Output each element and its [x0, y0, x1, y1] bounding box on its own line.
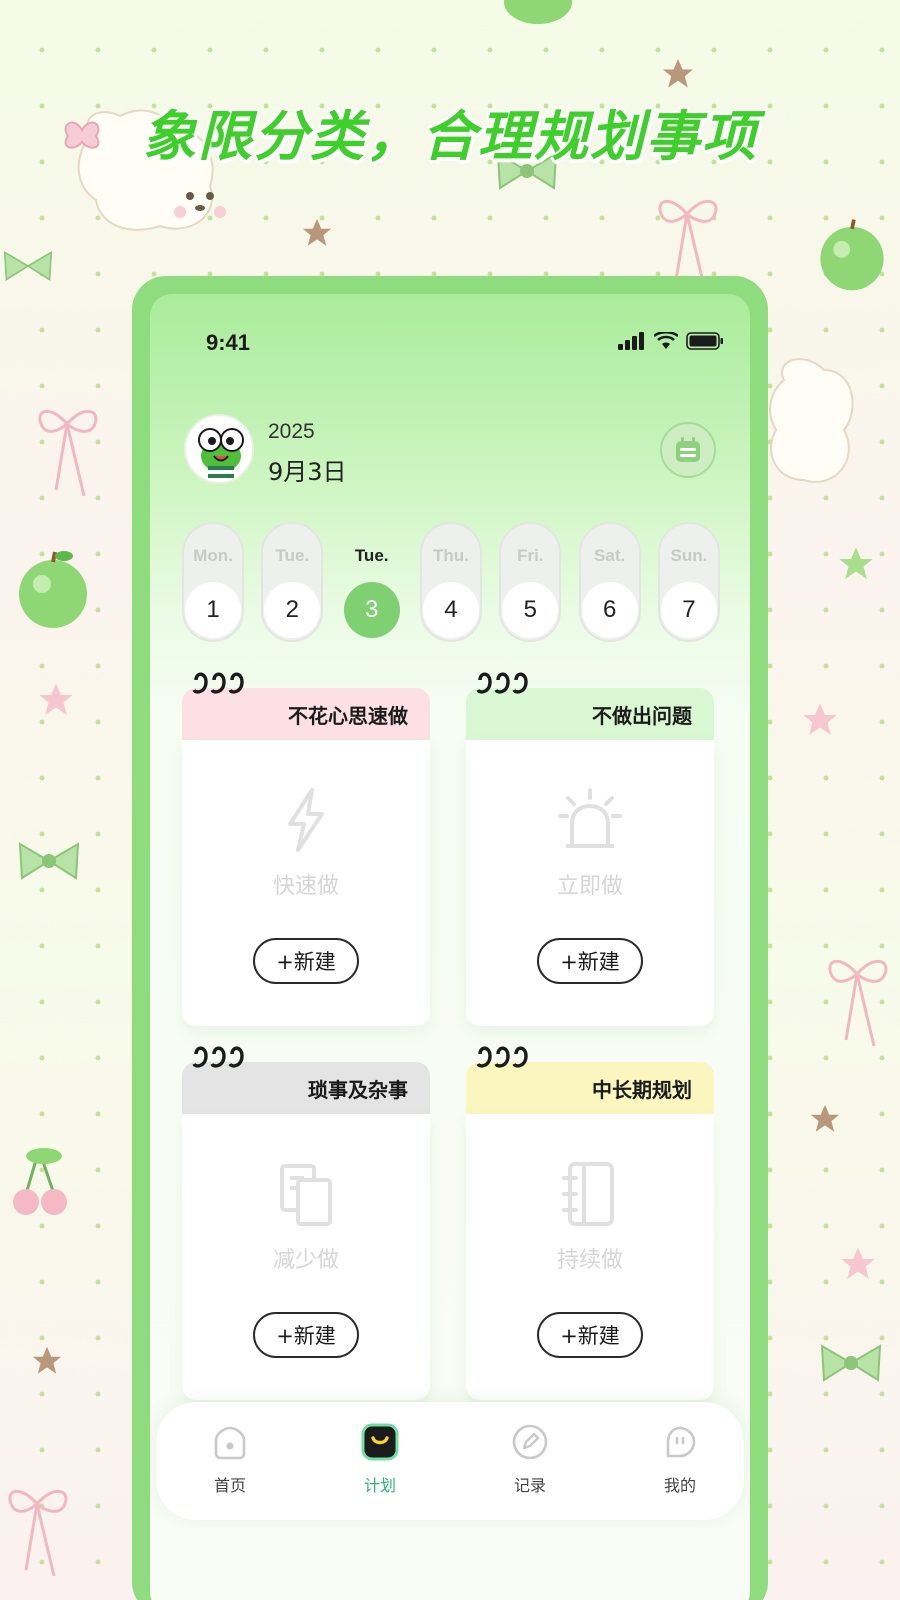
day-name: Sat.	[594, 546, 626, 565]
home-icon	[214, 1426, 246, 1460]
apple-decoration-icon	[820, 219, 884, 291]
day-name: Sun.	[670, 546, 708, 565]
new-task-button[interactable]: +新建	[253, 1312, 359, 1358]
quadrant-card-quick: 不花心思速做 快速做 +新建	[182, 670, 430, 1026]
date-header: 2025 9月3日	[184, 414, 716, 486]
day-number: 1	[185, 582, 241, 638]
star-decoration-icon	[839, 547, 873, 579]
star-decoration-icon	[32, 1346, 62, 1374]
quadrant-label: 快速做	[272, 874, 339, 899]
tab-label: 记录	[513, 1476, 546, 1495]
apple-decoration-icon	[19, 551, 87, 628]
date-label: 9月3日	[268, 458, 347, 486]
day-name: Fri.	[517, 546, 544, 565]
new-task-button[interactable]: +新建	[253, 938, 359, 984]
calendar-button[interactable]	[660, 422, 716, 478]
notebook-icon	[562, 1162, 614, 1226]
day-number: 6	[581, 582, 638, 638]
calendar-icon	[676, 437, 700, 462]
quadrant-body: 减少做 +新建	[182, 1114, 430, 1400]
pen-icon	[512, 1424, 548, 1460]
binder-rings-icon	[476, 672, 528, 694]
day-thu[interactable]: Thu. 4	[419, 522, 482, 642]
battery-icon	[686, 332, 723, 350]
quadrant-title: 中长期规划	[592, 1078, 692, 1102]
day-mon[interactable]: Mon. 1	[182, 522, 244, 642]
day-name: Mon.	[193, 546, 233, 565]
bottom-tab-bar: 首页 计划 记录 我的	[156, 1402, 744, 1520]
bow-decoration-icon	[18, 842, 80, 880]
tab-plan[interactable]: 计划	[340, 1422, 420, 1496]
ribbon-decoration-icon	[38, 410, 98, 497]
tab-label: 计划	[363, 1476, 396, 1495]
quadrant-label: 持续做	[556, 1248, 623, 1273]
tab-label: 首页	[213, 1476, 246, 1495]
day-number: 3	[343, 582, 400, 638]
star-decoration-icon	[302, 218, 332, 246]
quadrant-card-longterm: 中长期规划 持续做 +新建	[466, 1044, 714, 1400]
star-decoration-icon	[803, 703, 837, 735]
day-name: Tue.	[275, 546, 310, 565]
week-selector: Mon. 1 Tue. 2 Tue. 3 Thu. 4 Fri. 5 Sat. …	[182, 522, 720, 642]
star-decoration-icon	[841, 1247, 875, 1279]
bow-decoration-icon	[3, 250, 53, 281]
day-fri[interactable]: Fri. 5	[499, 522, 562, 642]
quadrant-title: 琐事及杂事	[308, 1078, 408, 1102]
ribbon-decoration-icon	[8, 1490, 68, 1577]
new-task-button[interactable]: +新建	[537, 1312, 643, 1358]
day-sat[interactable]: Sat. 6	[578, 522, 641, 642]
quadrant-body: 快速做 +新建	[182, 740, 430, 1026]
ribbon-decoration-icon	[658, 200, 718, 287]
star-decoration-icon	[663, 59, 693, 88]
quadrant-label: 减少做	[272, 1248, 339, 1273]
headline: 象限分类，合理规划事项	[142, 105, 758, 168]
chat-icon	[666, 1426, 696, 1458]
day-number: 7	[660, 582, 717, 638]
tab-label: 我的	[663, 1476, 696, 1495]
day-name: Thu.	[433, 546, 469, 565]
day-number: 2	[264, 582, 321, 638]
app-screen: 9:41 2025 9月3日 Mon. 1 Tue. 2 Tue. 3 Thu.…	[150, 294, 750, 1600]
bow-decoration-icon	[820, 1344, 882, 1382]
binder-rings-icon	[192, 672, 244, 694]
day-number: 5	[502, 582, 559, 638]
day-tue[interactable]: Tue. 2	[261, 522, 324, 642]
day-number: 4	[422, 582, 479, 638]
year-label: 2025	[268, 420, 315, 443]
day-sun[interactable]: Sun. 7	[657, 522, 720, 642]
tab-record[interactable]: 记录	[490, 1422, 570, 1496]
phone-frame: 9:41 2025 9月3日 Mon. 1 Tue. 2 Tue. 3 Thu.…	[132, 276, 768, 1600]
status-time: 9:41	[206, 330, 251, 355]
quadrant-card-urgent: 不做出问题 立即做 +新建	[466, 670, 714, 1026]
quadrant-title: 不做出问题	[592, 704, 692, 728]
plan-icon	[361, 1423, 399, 1461]
binder-rings-icon	[476, 1046, 528, 1068]
tab-mine[interactable]: 我的	[640, 1422, 720, 1496]
cherry-decoration-icon	[13, 1148, 67, 1215]
document-icon	[280, 1164, 332, 1226]
star-decoration-icon	[810, 1104, 840, 1132]
day-name: Tue.	[354, 546, 389, 565]
ribbon-decoration-icon	[828, 960, 888, 1047]
binder-rings-icon	[192, 1046, 244, 1068]
lightning-icon	[288, 788, 324, 852]
quadrant-card-trivial: 琐事及杂事 减少做 +新建	[182, 1044, 430, 1400]
frog-avatar-icon	[198, 428, 244, 478]
apple-decoration-icon	[504, 0, 572, 24]
cellular-signal-icon	[618, 332, 644, 350]
quadrant-body: 立即做 +新建	[466, 740, 714, 1026]
quadrant-title: 不花心思速做	[288, 704, 408, 728]
alarm-light-icon	[558, 788, 622, 848]
quadrant-body: 持续做 +新建	[466, 1114, 714, 1400]
puppy-decoration-icon	[769, 358, 854, 483]
wifi-icon	[654, 332, 678, 349]
day-selected[interactable]: Tue. 3	[341, 522, 403, 642]
avatar[interactable]	[184, 414, 254, 484]
new-task-button[interactable]: +新建	[537, 938, 643, 984]
quadrant-label: 立即做	[556, 874, 623, 899]
star-decoration-icon	[39, 683, 73, 715]
status-icons	[618, 332, 724, 350]
tab-home[interactable]: 首页	[190, 1422, 270, 1496]
